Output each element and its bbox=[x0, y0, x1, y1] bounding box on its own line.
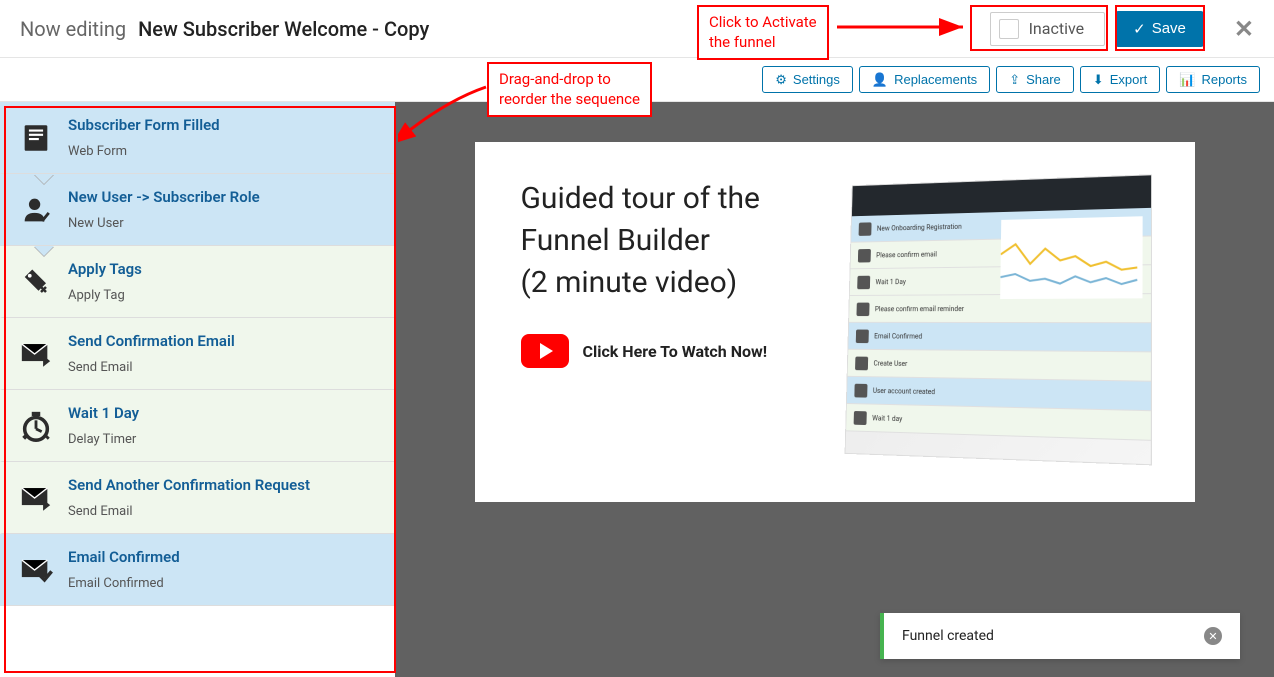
step-subtitle: New User bbox=[68, 216, 379, 231]
close-icon[interactable]: ✕ bbox=[1234, 15, 1254, 43]
step-subtitle: Delay Timer bbox=[68, 432, 379, 447]
annotation-drag: Drag-and-drop to reorder the sequence bbox=[487, 62, 652, 117]
funnel-name: New Subscriber Welcome - Copy bbox=[138, 17, 429, 41]
form-icon bbox=[18, 120, 54, 156]
arrow-drag-icon bbox=[398, 85, 493, 145]
annotation-activate: Click to Activate the funnel bbox=[697, 5, 829, 60]
share-button[interactable]: ⇪ Share bbox=[996, 66, 1074, 93]
step-title: Send Another Confirmation Request bbox=[68, 476, 379, 494]
step-subtitle: Email Confirmed bbox=[68, 576, 379, 591]
reports-button[interactable]: 📊 Reports bbox=[1166, 66, 1260, 93]
settings-button[interactable]: ⚙ Settings bbox=[762, 66, 853, 93]
step-title: Send Confirmation Email bbox=[68, 332, 379, 350]
gear-icon: ⚙ bbox=[775, 72, 787, 88]
mail-icon bbox=[18, 480, 54, 516]
content-area: Guided tour of the Funnel Builder (2 min… bbox=[395, 102, 1274, 677]
status-toggle-box[interactable]: Inactive bbox=[990, 12, 1106, 46]
mail-check-icon bbox=[18, 552, 54, 588]
step-title: New User -> Subscriber Role bbox=[68, 188, 379, 206]
toast-message: Funnel created bbox=[902, 628, 994, 644]
status-label: Inactive bbox=[1029, 19, 1085, 38]
timer-icon bbox=[18, 408, 54, 444]
step-title: Email Confirmed bbox=[68, 548, 379, 566]
chart-icon: 📊 bbox=[1179, 72, 1195, 88]
person-icon: 👤 bbox=[872, 72, 888, 88]
replacements-button[interactable]: 👤 Replacements bbox=[859, 66, 990, 93]
download-icon: ⬇ bbox=[1093, 72, 1104, 88]
now-editing-label: Now editing bbox=[20, 17, 126, 41]
step-subtitle: Send Email bbox=[68, 360, 379, 375]
step-subtitle: Web Form bbox=[68, 144, 379, 159]
youtube-play-icon bbox=[521, 334, 569, 368]
tour-title: Guided tour of the Funnel Builder (2 min… bbox=[521, 178, 809, 304]
step-apply-tags[interactable]: Apply Tags Apply Tag bbox=[0, 246, 395, 318]
tour-preview-image: New Onboarding Registration Please confi… bbox=[844, 174, 1152, 465]
mail-icon bbox=[18, 336, 54, 372]
step-wait-1-day[interactable]: Wait 1 Day Delay Timer bbox=[0, 390, 395, 462]
watch-video-link[interactable]: Click Here To Watch Now! bbox=[521, 334, 809, 368]
steps-sidebar: Subscriber Form Filled Web Form New User… bbox=[0, 102, 395, 677]
check-icon: ✓ bbox=[1133, 20, 1146, 38]
share-icon: ⇪ bbox=[1009, 72, 1020, 88]
step-subtitle: Apply Tag bbox=[68, 288, 379, 303]
step-title: Apply Tags bbox=[68, 260, 379, 278]
step-send-another-confirmation[interactable]: Send Another Confirmation Request Send E… bbox=[0, 462, 395, 534]
step-email-confirmed[interactable]: Email Confirmed Email Confirmed bbox=[0, 534, 395, 606]
user-icon bbox=[18, 192, 54, 228]
guided-tour-card: Guided tour of the Funnel Builder (2 min… bbox=[475, 142, 1195, 502]
step-send-confirmation-email[interactable]: Send Confirmation Email Send Email bbox=[0, 318, 395, 390]
step-title: Wait 1 Day bbox=[68, 404, 379, 422]
toast-close-icon[interactable]: ✕ bbox=[1204, 627, 1222, 645]
step-subtitle: Send Email bbox=[68, 504, 379, 519]
step-new-user-subscriber[interactable]: New User -> Subscriber Role New User bbox=[0, 174, 395, 246]
editor-header: Now editing New Subscriber Welcome - Cop… bbox=[0, 0, 1274, 58]
step-subscriber-form-filled[interactable]: Subscriber Form Filled Web Form bbox=[0, 102, 395, 174]
main-area: Subscriber Form Filled Web Form New User… bbox=[0, 102, 1274, 677]
step-title: Subscriber Form Filled bbox=[68, 116, 379, 134]
export-button[interactable]: ⬇ Export bbox=[1080, 66, 1160, 93]
status-toggle-checkbox[interactable] bbox=[999, 19, 1019, 39]
arrow-activate-icon bbox=[835, 15, 970, 45]
tag-icon bbox=[18, 264, 54, 300]
toast-notification: Funnel created ✕ bbox=[880, 613, 1240, 659]
save-button[interactable]: ✓ Save bbox=[1115, 11, 1204, 47]
